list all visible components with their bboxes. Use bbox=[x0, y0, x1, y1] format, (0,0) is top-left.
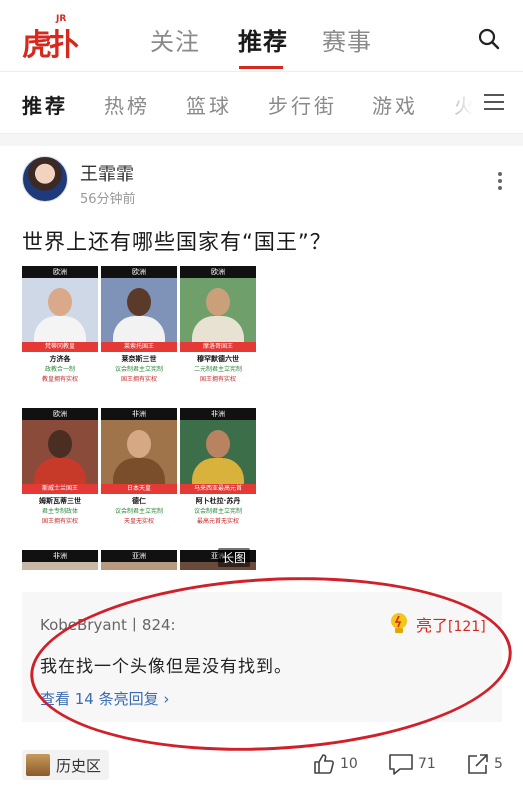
card-region: 非洲 bbox=[180, 408, 256, 420]
comment-icon bbox=[389, 754, 413, 775]
category-fade bbox=[440, 72, 523, 133]
card-title: 莱索托国王 bbox=[101, 342, 177, 352]
thumbs-up-icon bbox=[314, 754, 334, 774]
card-region: 亚洲 bbox=[101, 550, 177, 562]
comment-count: 71 bbox=[418, 756, 436, 772]
king-card: 欧洲 斯威士兰国王 姆斯瓦蒂三世 君主专制政体 国王拥有实权 bbox=[22, 408, 98, 527]
light-label: 亮了 bbox=[416, 616, 449, 635]
category-games[interactable]: 游戏 bbox=[372, 90, 418, 119]
post-time: 56分钟前 bbox=[80, 192, 136, 207]
search-icon[interactable] bbox=[478, 28, 500, 50]
comment-text: 我在找一个头像但是没有找到。 bbox=[40, 657, 292, 677]
long-image-badge: 长图 bbox=[218, 548, 251, 567]
card-region: 欧洲 bbox=[101, 266, 177, 278]
chevron-right-icon: › bbox=[158, 690, 170, 708]
portrait-image bbox=[22, 420, 98, 484]
portrait-image bbox=[22, 278, 98, 342]
card-title: 斯威士兰国王 bbox=[22, 484, 98, 494]
king-card: 非洲 马来西亚最高元首 阿卜杜拉·苏丹 议会制君主立宪制 最高元首无实权 bbox=[180, 408, 256, 527]
card-line: 教皇拥有实权 bbox=[41, 376, 78, 383]
post-title[interactable]: 世界上还有哪些国家有“国王”？ bbox=[22, 226, 332, 256]
light-button[interactable]: 亮了[121] bbox=[416, 612, 486, 636]
card-name: 莱奈斯三世 bbox=[121, 355, 157, 363]
share-icon bbox=[468, 754, 488, 774]
active-tab-indicator bbox=[239, 66, 283, 69]
category-recommend[interactable]: 推荐 bbox=[22, 90, 68, 119]
replies-label: 查看 14 条亮回复 bbox=[40, 690, 159, 708]
portrait-image bbox=[180, 278, 256, 342]
tab-follow[interactable]: 关注 bbox=[150, 22, 200, 57]
card-line: 议会制君主立宪制 bbox=[114, 508, 163, 515]
king-card: 欧洲 莱索托国王 莱奈斯三世 议会制君主立宪制 国王拥有实权 bbox=[101, 266, 177, 385]
light-count: [121] bbox=[448, 619, 486, 635]
portrait-image bbox=[101, 420, 177, 484]
topic-label: 历史区 bbox=[56, 756, 102, 775]
card-line: 天皇无实权 bbox=[123, 518, 154, 525]
portrait-image bbox=[101, 562, 177, 570]
card-region: 非洲 bbox=[22, 550, 98, 562]
card-title: 日本天皇 bbox=[101, 484, 177, 494]
card-region: 欧洲 bbox=[22, 408, 98, 420]
share-count: 5 bbox=[494, 756, 503, 772]
card-line: 国王拥有实权 bbox=[120, 376, 157, 383]
logo-badge: JR bbox=[56, 14, 67, 24]
topic-tag[interactable]: 历史区 bbox=[22, 750, 110, 780]
section-separator bbox=[0, 134, 523, 146]
menu-icon[interactable] bbox=[484, 94, 504, 112]
like-count: 10 bbox=[340, 756, 358, 772]
portrait-image bbox=[180, 420, 256, 484]
post-image[interactable]: 欧洲 梵蒂冈教皇 方济各 政教合一制 教皇拥有实权 欧洲 莱索托国王 莱奈斯三世… bbox=[22, 266, 256, 570]
highlight-comment[interactable]: KobeBryant丨824: 亮了[121] 我在找一个头像但是没有找到。 查… bbox=[22, 592, 502, 722]
card-region: 欧洲 bbox=[180, 266, 256, 278]
top-header: 虎扑 JR 关注 推荐 赛事 bbox=[0, 0, 523, 72]
like-button[interactable]: 10 bbox=[312, 752, 358, 776]
lightbulb-icon[interactable] bbox=[388, 612, 410, 636]
card-title: 摩洛哥国王 bbox=[180, 342, 256, 352]
card-line: 国王拥有实权 bbox=[199, 376, 236, 383]
view-replies-link[interactable]: 查看 14 条亮回复 › bbox=[40, 688, 169, 709]
card-line: 议会制君主立宪制 bbox=[193, 508, 242, 515]
card-line: 议会制君主立宪制 bbox=[114, 366, 163, 373]
comment-user[interactable]: KobeBryant丨824: bbox=[40, 614, 176, 635]
card-line: 最高元首无实权 bbox=[196, 518, 239, 525]
card-name: 阿卜杜拉·苏丹 bbox=[195, 497, 241, 505]
card-region: 非洲 bbox=[101, 408, 177, 420]
portrait-image bbox=[101, 278, 177, 342]
card-title: 马来西亚最高元首 bbox=[180, 484, 256, 494]
card-line: 君主专制政体 bbox=[41, 508, 78, 515]
card-name: 方济各 bbox=[49, 355, 71, 363]
logo-text: 虎扑 bbox=[22, 28, 79, 63]
author-avatar[interactable] bbox=[22, 156, 68, 202]
king-card: 非洲 bbox=[22, 550, 98, 570]
card-line: 二元制君主立宪制 bbox=[193, 366, 242, 373]
card-line: 政教合一制 bbox=[44, 366, 75, 373]
category-hot[interactable]: 热榜 bbox=[104, 90, 150, 119]
hupu-logo[interactable]: 虎扑 JR bbox=[22, 14, 79, 63]
category-bar: 推荐 热榜 篮球 步行街 游戏 火 bbox=[0, 72, 523, 134]
tab-matches[interactable]: 赛事 bbox=[322, 22, 372, 57]
category-street[interactable]: 步行街 bbox=[268, 90, 337, 119]
card-title: 梵蒂冈教皇 bbox=[22, 342, 98, 352]
card-name: 德仁 bbox=[132, 497, 146, 505]
card-line: 国王拥有实权 bbox=[41, 518, 78, 525]
category-basketball[interactable]: 篮球 bbox=[186, 90, 232, 119]
card-name: 姆斯瓦蒂三世 bbox=[39, 497, 81, 505]
share-button[interactable]: 5 bbox=[466, 752, 503, 776]
more-options-icon[interactable] bbox=[498, 172, 504, 194]
king-card: 亚洲 bbox=[101, 550, 177, 570]
card-name: 穆罕默德六世 bbox=[197, 355, 239, 363]
portrait-image bbox=[22, 562, 98, 570]
king-card: 欧洲 梵蒂冈教皇 方济各 政教合一制 教皇拥有实权 bbox=[22, 266, 98, 385]
king-card: 非洲 日本天皇 德仁 议会制君主立宪制 天皇无实权 bbox=[101, 408, 177, 527]
tab-recommend[interactable]: 推荐 bbox=[238, 22, 288, 57]
topic-thumbnail bbox=[26, 754, 50, 776]
king-card: 欧洲 摩洛哥国王 穆罕默德六世 二元制君主立宪制 国王拥有实权 bbox=[180, 266, 256, 385]
comment-button[interactable]: 71 bbox=[388, 752, 436, 776]
card-region: 欧洲 bbox=[22, 266, 98, 278]
author-name[interactable]: 王霏霏 bbox=[80, 160, 134, 186]
